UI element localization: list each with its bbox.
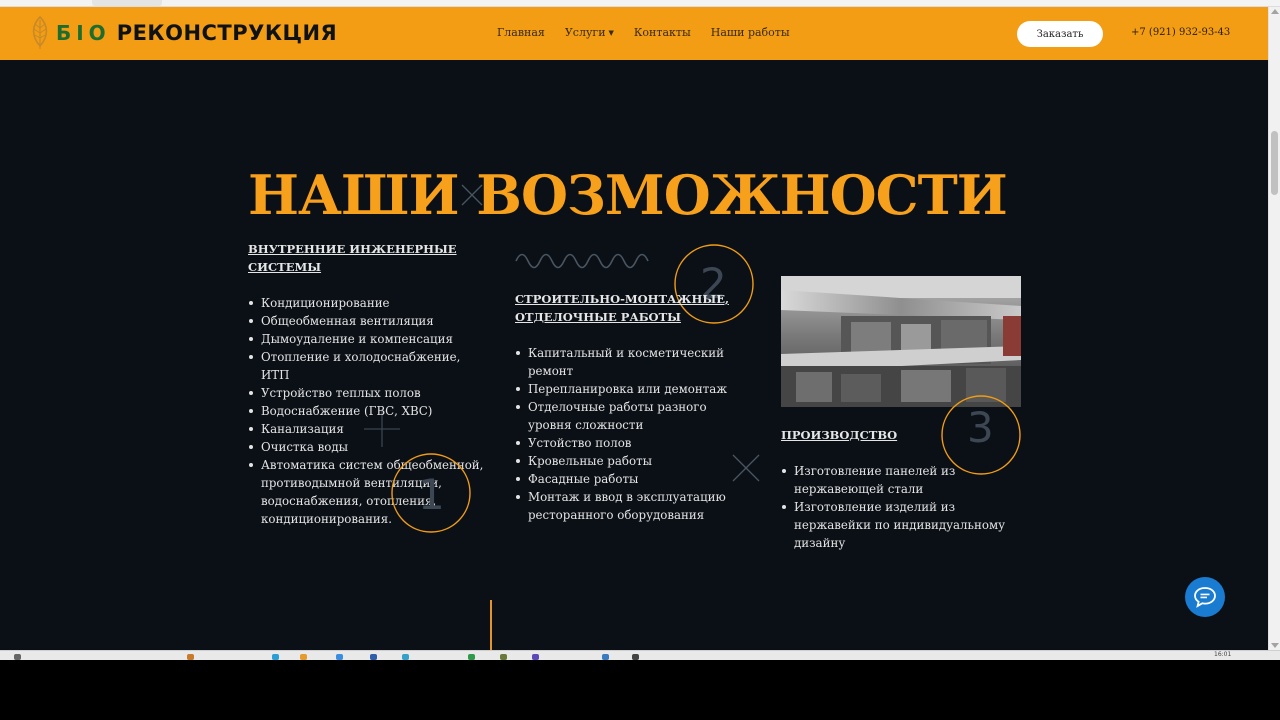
list-item: Монтаж и ввод в эксплуатацию ресторанног…	[515, 488, 747, 524]
nav-item-contacts[interactable]: Контакты	[634, 26, 691, 39]
list-item: Устройство теплых полов	[248, 384, 484, 402]
list-item: Отопление и холодоснабжение, ИТП	[248, 348, 484, 384]
list-item: Изготовление изделий из нержавейки по ин…	[781, 498, 1021, 552]
list-item: Водоснабжение (ГВС, ХВС)	[248, 402, 484, 420]
list-item: Кондиционирование	[248, 294, 484, 312]
list-item: Перепланировка или демонтаж	[515, 380, 747, 398]
scrollbar-thumb[interactable]	[1271, 131, 1278, 195]
column-1-heading-line: СИСТЕМЫ	[248, 260, 322, 274]
nav-item-services[interactable]: Услуги ▼	[565, 26, 614, 39]
os-taskbar: 16:01	[0, 650, 1280, 660]
main-nav: Главная Услуги ▼ Контакты Наши работы	[497, 26, 790, 39]
scroll-up-icon[interactable]	[1271, 9, 1279, 14]
black-bottom-band	[0, 660, 1280, 720]
phone-link[interactable]: +7 (921) 932-93-43	[1131, 27, 1230, 38]
site-logo[interactable]: БIО РЕКОНСТРУКЦИЯ	[30, 16, 337, 50]
list-item: Капитальный и косметический ремонт	[515, 344, 747, 380]
site-header: БIО РЕКОНСТРУКЦИЯ Главная Услуги ▼ Контак…	[0, 7, 1268, 60]
scroll-down-icon[interactable]	[1271, 643, 1279, 648]
page-scrollbar[interactable]	[1268, 7, 1280, 650]
page-viewport: БIО РЕКОНСТРУКЦИЯ Главная Услуги ▼ Контак…	[0, 7, 1268, 650]
list-item: Отделочные работы разного уровня сложнос…	[515, 398, 747, 434]
logo-bio-text: БIО	[56, 21, 111, 45]
browser-tab[interactable]	[92, 0, 162, 6]
column-2-list: Капитальный и косметический ремонт Переп…	[515, 344, 747, 524]
order-button[interactable]: Заказать	[1017, 21, 1103, 47]
timeline-line	[490, 600, 492, 650]
browser-top-strip	[0, 0, 1280, 7]
list-item: Кровельные работы	[515, 452, 747, 470]
taskbar-clock[interactable]: 16:01	[1214, 651, 1231, 658]
list-item: Общеобменная вентиляция	[248, 312, 484, 330]
list-item: Канализация	[248, 420, 484, 438]
column-1-heading[interactable]: ВНУТРЕННИЕ ИНЖЕНЕРНЫЕ СИСТЕМЫ	[248, 240, 468, 276]
chevron-down-icon: ▼	[608, 29, 614, 37]
column-2-heading[interactable]: СТРОИТЕЛЬНО-МОНТАЖНЫЕ, ОТДЕЛОЧНЫЕ РАБОТЫ	[515, 290, 745, 326]
list-item: Устойство полов	[515, 434, 747, 452]
section-title: НАШИ ВОЗМОЖНОСТИ	[248, 163, 1008, 227]
column-1-heading-line: ВНУТРЕННИЕ ИНЖЕНЕРНЫЕ	[248, 242, 457, 256]
kitchen-photo	[781, 276, 1021, 407]
column-3-number: 3	[967, 403, 994, 452]
column-2-heading-line: СТРОИТЕЛЬНО-МОНТАЖНЫЕ,	[515, 292, 729, 306]
nav-item-home[interactable]: Главная	[497, 26, 545, 39]
column-1-number: 1	[418, 470, 445, 519]
chat-bubble-icon	[1194, 587, 1216, 608]
list-item: Фасадные работы	[515, 470, 747, 488]
chat-button[interactable]	[1185, 577, 1225, 617]
column-2-heading-line: ОТДЕЛОЧНЫЕ РАБОТЫ	[515, 310, 681, 324]
nav-item-portfolio[interactable]: Наши работы	[711, 26, 790, 39]
list-item: Изготовление панелей из нержавеющей стал…	[781, 462, 1021, 498]
logo-name-text: РЕКОНСТРУКЦИЯ	[116, 21, 338, 45]
leaf-logo-icon	[32, 16, 48, 49]
wave-decoration	[515, 253, 649, 269]
column-3-heading-line: ПРОИЗВОДСТВО	[781, 428, 898, 442]
column-3-list: Изготовление панелей из нержавеющей стал…	[781, 462, 1021, 552]
nav-item-services-label: Услуги	[564, 26, 606, 39]
column-3-heading[interactable]: ПРОИЗВОДСТВО	[781, 426, 941, 444]
list-item: Дымоудаление и компенсация	[248, 330, 484, 348]
